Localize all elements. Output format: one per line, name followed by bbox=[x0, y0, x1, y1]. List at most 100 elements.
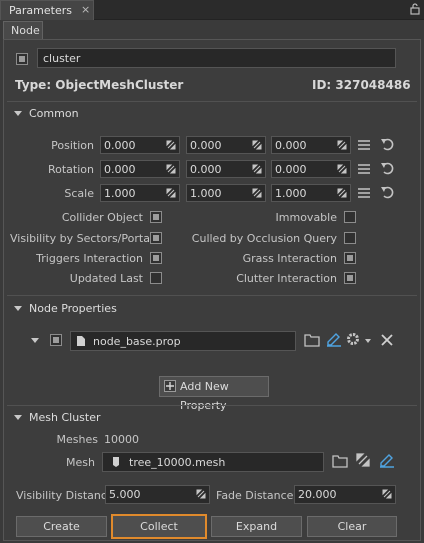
reset-icon[interactable] bbox=[380, 184, 396, 200]
updated-last-checkbox[interactable] bbox=[150, 272, 162, 284]
visibility-distance-field[interactable]: 5.000 bbox=[105, 485, 210, 504]
tab-node[interactable]: Node bbox=[3, 21, 43, 40]
grass-interaction-label: Grass Interaction bbox=[242, 252, 337, 265]
rotation-label: Rotation bbox=[47, 163, 94, 176]
clutter-interaction-checkbox[interactable] bbox=[344, 272, 356, 284]
expand-arrows-icon[interactable] bbox=[195, 488, 207, 500]
grass-interaction-checkbox[interactable] bbox=[344, 252, 356, 264]
property-enabled-checkbox[interactable] bbox=[50, 334, 62, 346]
edit-icon[interactable] bbox=[326, 331, 342, 347]
gear-icon[interactable] bbox=[346, 332, 362, 347]
culled-occlusion-label: Culled by Occlusion Query bbox=[191, 232, 337, 245]
expand-arrows-icon[interactable] bbox=[165, 187, 177, 199]
select-arrows-icon[interactable] bbox=[356, 453, 370, 467]
mesh-icon bbox=[113, 457, 119, 467]
remove-icon[interactable] bbox=[381, 334, 393, 346]
node-properties-section-header[interactable]: Node Properties bbox=[7, 298, 417, 320]
node-name-input[interactable]: cluster bbox=[37, 48, 396, 68]
mesh-cluster-section-header[interactable]: Mesh Cluster bbox=[7, 407, 417, 429]
expand-arrows-icon[interactable] bbox=[251, 187, 263, 199]
mesh-label: Mesh bbox=[66, 456, 95, 469]
edit-icon[interactable] bbox=[379, 452, 395, 468]
immovable-label: Immovable bbox=[275, 211, 337, 224]
collapse-triangle-icon[interactable] bbox=[14, 415, 22, 420]
expand-button[interactable]: Expand bbox=[211, 516, 302, 537]
meshes-label: Meshes bbox=[56, 433, 98, 446]
mesh-file-field[interactable]: tree_10000.mesh bbox=[102, 452, 324, 472]
scale-label: Scale bbox=[64, 187, 94, 200]
rotation-z-field[interactable]: 0.000 bbox=[271, 160, 351, 178]
visibility-sectors-checkbox[interactable] bbox=[150, 232, 162, 244]
expand-arrows-icon[interactable] bbox=[165, 163, 177, 175]
lock-icon[interactable] bbox=[410, 3, 420, 15]
create-button[interactable]: Create bbox=[16, 516, 107, 537]
meshes-count: 10000 bbox=[104, 433, 139, 446]
reset-icon[interactable] bbox=[380, 136, 396, 152]
scale-y-value: 1.000 bbox=[190, 187, 222, 200]
triggers-interaction-label: Triggers Interaction bbox=[36, 252, 143, 265]
position-z-value: 0.000 bbox=[275, 139, 307, 152]
parameters-tab[interactable]: Parameters × bbox=[0, 0, 94, 20]
expand-triangle-icon[interactable] bbox=[31, 338, 39, 343]
tab-node-label: Node bbox=[11, 24, 40, 37]
rotation-y-value: 0.000 bbox=[190, 163, 222, 176]
collider-object-label: Collider Object bbox=[61, 211, 143, 224]
expand-arrows-icon[interactable] bbox=[336, 187, 348, 199]
reset-icon[interactable] bbox=[380, 160, 396, 176]
position-label: Position bbox=[51, 139, 94, 152]
menu-icon[interactable] bbox=[357, 139, 371, 151]
folder-icon[interactable] bbox=[304, 333, 320, 347]
chevron-down-icon[interactable] bbox=[365, 339, 371, 343]
scale-y-field[interactable]: 1.000 bbox=[186, 184, 266, 202]
rotation-x-value: 0.000 bbox=[104, 163, 136, 176]
culled-occlusion-checkbox[interactable] bbox=[344, 232, 356, 244]
expand-arrows-icon[interactable] bbox=[165, 139, 177, 151]
property-file-name: node_base.prop bbox=[93, 335, 181, 348]
mesh-file-name: tree_10000.mesh bbox=[129, 456, 226, 469]
expand-arrows-icon[interactable] bbox=[336, 163, 348, 175]
close-icon[interactable]: × bbox=[81, 3, 90, 16]
clear-button[interactable]: Clear bbox=[307, 516, 397, 537]
expand-arrows-icon[interactable] bbox=[336, 139, 348, 151]
collider-object-checkbox[interactable] bbox=[150, 211, 162, 223]
position-y-field[interactable]: 0.000 bbox=[186, 136, 266, 154]
collapse-triangle-icon[interactable] bbox=[14, 306, 22, 311]
scale-x-value: 1.000 bbox=[104, 187, 136, 200]
expand-arrows-icon[interactable] bbox=[251, 163, 263, 175]
updated-last-label: Updated Last bbox=[69, 272, 143, 285]
fade-distance-value: 20.000 bbox=[298, 488, 337, 501]
node-id-label: ID: 327048486 bbox=[312, 78, 411, 92]
scale-x-field[interactable]: 1.000 bbox=[100, 184, 180, 202]
folder-icon[interactable] bbox=[332, 454, 348, 468]
visibility-distance-value: 5.000 bbox=[109, 488, 141, 501]
node-enabled-checkbox[interactable] bbox=[16, 53, 28, 65]
node-type-label: Type: ObjectMeshCluster bbox=[15, 78, 184, 92]
property-file-field[interactable]: node_base.prop bbox=[70, 331, 296, 351]
rotation-y-field[interactable]: 0.000 bbox=[186, 160, 266, 178]
plus-icon bbox=[164, 380, 176, 392]
parameters-tab-label: Parameters bbox=[9, 4, 72, 17]
immovable-checkbox[interactable] bbox=[344, 211, 356, 223]
collect-button[interactable]: Collect bbox=[111, 514, 207, 539]
fade-distance-field[interactable]: 20.000 bbox=[294, 485, 396, 504]
add-new-property-button[interactable]: Add New Property bbox=[159, 376, 269, 412]
node-properties-header-label: Node Properties bbox=[29, 302, 117, 315]
rotation-z-value: 0.000 bbox=[275, 163, 307, 176]
menu-icon[interactable] bbox=[357, 163, 371, 175]
rotation-x-field[interactable]: 0.000 bbox=[100, 160, 180, 178]
file-icon bbox=[77, 336, 85, 346]
common-section-header[interactable]: Common bbox=[7, 103, 417, 125]
expand-arrows-icon[interactable] bbox=[251, 139, 263, 151]
node-name-value: cluster bbox=[43, 52, 81, 65]
fade-distance-label: Fade Distance bbox=[216, 489, 294, 502]
triggers-interaction-checkbox[interactable] bbox=[150, 252, 162, 264]
collapse-triangle-icon[interactable] bbox=[14, 111, 22, 116]
position-x-field[interactable]: 0.000 bbox=[100, 136, 180, 154]
expand-arrows-icon[interactable] bbox=[381, 488, 393, 500]
menu-icon[interactable] bbox=[357, 187, 371, 199]
position-z-field[interactable]: 0.000 bbox=[271, 136, 351, 154]
separator bbox=[7, 405, 417, 406]
mesh-cluster-header-label: Mesh Cluster bbox=[29, 411, 101, 424]
scale-z-field[interactable]: 1.000 bbox=[271, 184, 351, 202]
visibility-distance-label: Visibility Distance bbox=[16, 489, 114, 502]
